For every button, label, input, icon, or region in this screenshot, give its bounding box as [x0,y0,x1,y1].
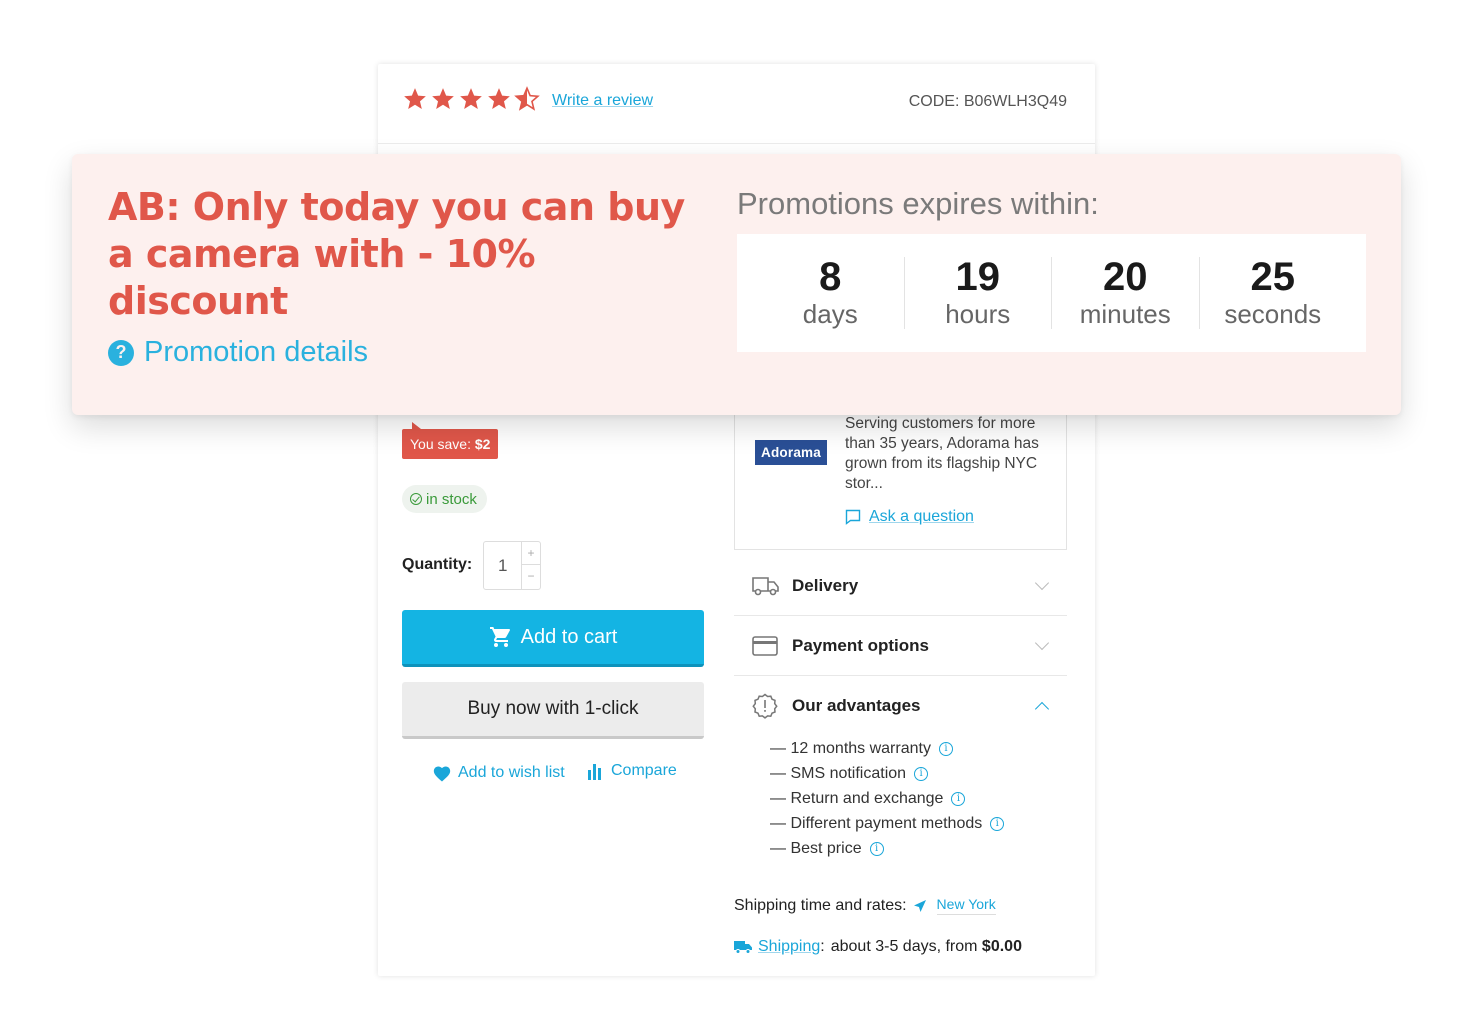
shipping-price: $0.00 [981,938,1022,955]
chat-icon [845,509,861,525]
info-icon[interactable]: i [869,841,884,856]
compare-link[interactable]: Compare [587,762,677,780]
stock-badge: in stock [402,485,487,513]
timer-value: 19 [955,255,1001,299]
cart-icon [489,627,510,647]
you-save-value: $2 [474,436,491,452]
promo-expires-label: Promotions expires within: [737,186,1099,221]
ask-question-label: Ask a question [869,508,974,525]
shipping-link[interactable]: Shipping [758,938,820,955]
shipping-separator: : [820,938,825,955]
accordion-title: Our advantages [792,696,921,715]
star-icon [460,88,482,109]
list-item: — Best price i [770,836,1004,861]
chevron-down-icon [1034,635,1050,651]
question-icon: ? [108,339,134,366]
info-icon[interactable]: i [990,816,1005,831]
accordion-our-advantages[interactable]: Our advantages [734,676,1067,736]
timer-value: 20 [1103,255,1148,299]
promo-banner: AB: Only today you can buy a camera with… [72,154,1401,415]
stepper-controls: + − [521,542,540,589]
star-icon [432,88,454,109]
timer-minutes: 20 minutes [1052,255,1200,329]
accordion-title: Payment options [792,635,929,655]
accordion-delivery[interactable]: Delivery [734,556,1067,616]
write-review-link[interactable]: Write a review [552,92,653,110]
timer-unit: seconds [1224,299,1322,329]
rating-stars[interactable] [402,86,540,112]
add-to-cart-label: Add to cart [520,625,618,648]
card-icon [752,635,788,656]
timer-unit: hours [945,299,1011,329]
add-to-wish-list-link[interactable]: Add to wish list [432,764,565,782]
badge-icon [752,693,788,719]
bar-chart-icon [588,764,601,780]
quantity-label: Quantity: [402,556,473,573]
seller-box: Adorama Serving customers for more than … [734,404,1067,550]
countdown-timer: 8 days 19 hours 20 minutes 25 seconds [737,234,1366,352]
timer-unit: minutes [1079,299,1171,329]
promotion-details-label: Promotion details [144,336,369,368]
location-arrow-icon [913,899,926,912]
timer-value: 25 [1250,255,1296,299]
heart-icon [433,766,451,782]
chevron-up-icon [1034,701,1050,717]
timer-seconds: 25 seconds [1200,255,1347,329]
quantity-stepper[interactable]: 1 + − [483,541,541,590]
list-item: — 12 months warranty i [770,736,1004,761]
truck-icon [734,941,752,954]
list-item: — Different payment methods i [770,811,1005,836]
product-header: Write a review CODE: B06WLH3Q49 [378,64,1095,144]
advantage-label: — Return and exchange [770,790,944,807]
info-icon[interactable]: i [914,766,929,781]
ask-question-link[interactable]: Ask a question [845,508,974,526]
timer-days: 8 days [757,255,905,329]
chevron-down-icon [1034,575,1050,591]
half-star-icon [514,86,540,111]
shipping-rates-label: Shipping time and rates: [734,896,907,914]
accordion-title: Delivery [792,575,859,595]
advantage-label: — Best price [770,840,862,857]
advantages-list: — 12 months warranty i — SMS notification… [770,736,1005,861]
shipping-details: about 3-5 days, from [830,938,982,955]
promo-title: AB: Only today you can buy a camera with… [108,185,685,323]
decrement-button[interactable]: − [522,565,540,588]
truck-icon [752,575,788,597]
advantage-label: — Different payment methods [770,815,983,832]
promotion-details-link[interactable]: ? Promotion details [108,336,368,369]
city-selector[interactable]: New York [936,896,996,915]
star-icon [488,88,510,109]
check-circle-icon [410,493,422,505]
product-code: CODE: B06WLH3Q49 [908,93,1067,110]
advantage-label: — 12 months warranty [770,740,931,757]
increment-button[interactable]: + [522,542,540,565]
seller-description: Serving customers for more than 35 years… [845,415,1039,492]
list-item: — Return and exchange i [770,786,1004,811]
shipping-rates: Shipping time and rates: New York [734,896,996,915]
wish-list-label: Add to wish list [458,764,565,781]
shipping-info: Shipping: about 3-5 days, from $0.00 [734,938,1022,956]
star-icon [404,88,426,109]
you-save-badge: You save: $2 [402,422,499,459]
stock-label: in stock [426,490,477,508]
advantage-label: — SMS notification [770,765,907,782]
info-icon[interactable]: i [938,741,953,756]
timer-unit: days [802,299,858,329]
timer-hours: 19 hours [905,255,1052,329]
compare-label: Compare [611,762,677,779]
seller-logo[interactable]: Adorama [755,440,827,465]
list-item: — SMS notification i [770,761,1004,786]
timer-value: 8 [819,255,842,299]
you-save-label: You save: [410,436,475,452]
quantity-value[interactable]: 1 [498,556,507,576]
buy-one-click-button[interactable]: Buy now with 1-click [402,682,704,739]
add-to-cart-button[interactable]: Add to cart [402,610,704,667]
info-icon[interactable]: i [951,791,966,806]
buy-one-click-label: Buy now with 1-click [467,698,639,719]
accordion-payment-options[interactable]: Payment options [734,616,1067,676]
